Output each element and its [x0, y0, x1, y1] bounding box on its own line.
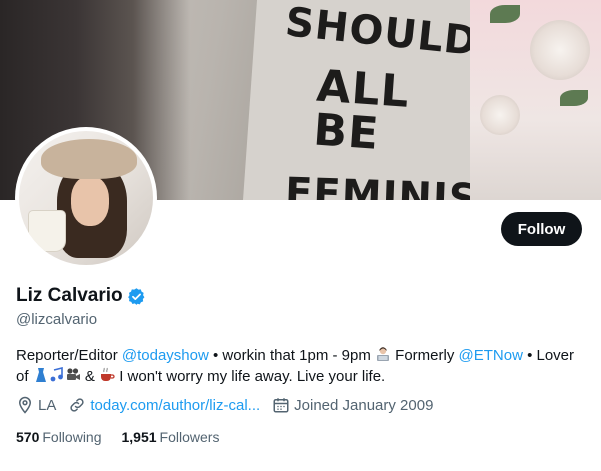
- music-notes-emoji-icon: [50, 367, 63, 382]
- following-link[interactable]: 570 Following: [16, 429, 102, 445]
- flower-icon: [530, 20, 590, 80]
- leaf-icon: [560, 90, 588, 106]
- followers-link[interactable]: 1,951 Followers: [122, 429, 220, 445]
- leaf-icon: [490, 5, 520, 23]
- location-text: LA: [38, 396, 57, 414]
- bio-text: Formerly: [391, 347, 459, 364]
- woman-technologist-emoji-icon: [377, 347, 389, 361]
- display-name: Liz Calvario: [16, 285, 123, 306]
- bio-text: &: [80, 368, 100, 385]
- mention-todayshow-link[interactable]: @todayshow: [122, 347, 209, 364]
- followers-label: Followers: [159, 429, 220, 445]
- profile-meta: LA today.com/author/liz-cal... Joined Ja…: [16, 396, 445, 414]
- banner-text-line-1: SHOULD: [283, 0, 481, 66]
- profile-name-row: Liz Calvario: [16, 285, 146, 307]
- bio-text: • workin that 1pm - 9pm: [208, 347, 375, 364]
- bio-text: I won't worry my life away. Live your li…: [115, 368, 386, 385]
- location-item: LA: [16, 396, 56, 414]
- joined-text: Joined January 2009: [294, 396, 434, 414]
- location-pin-icon: [18, 396, 32, 414]
- banner-flowers-graphic: [470, 0, 601, 200]
- following-label: Following: [42, 429, 102, 445]
- banner-text-line-2: ALL BE: [311, 60, 412, 160]
- mention-etnow-link[interactable]: @ETNow: [459, 347, 523, 364]
- avatar-hat: [41, 139, 137, 179]
- profile-bio: Reporter/Editor @todayshow • workin that…: [16, 345, 586, 387]
- bio-text: Reporter/Editor: [16, 347, 122, 364]
- banner-shirt-text: SHOULD ALL BE FEMINISTS: [283, 0, 538, 200]
- website-link[interactable]: today.com/author/liz-cal...: [90, 397, 260, 414]
- profile-stats: 570 Following 1,951 Followers: [16, 429, 239, 445]
- followers-count: 1,951: [121, 429, 157, 445]
- flower-icon: [480, 95, 520, 135]
- website-item[interactable]: today.com/author/liz-cal...: [68, 396, 260, 414]
- dress-emoji-icon: [35, 368, 46, 382]
- banner-text-line-3: FEMINISTS: [284, 169, 538, 200]
- avatar-mug: [29, 211, 65, 251]
- link-icon: [70, 398, 84, 412]
- following-count: 570: [16, 429, 40, 445]
- verified-badge-icon[interactable]: [127, 287, 146, 306]
- follow-button[interactable]: Follow: [501, 212, 582, 246]
- hot-beverage-emoji-icon: [101, 367, 115, 381]
- movie-camera-emoji-icon: [66, 368, 80, 380]
- avatar[interactable]: [15, 127, 157, 269]
- avatar-face: [71, 176, 109, 226]
- avatar-photo: [19, 131, 153, 265]
- calendar-icon: [273, 398, 289, 413]
- profile-handle: @lizcalvario: [16, 311, 98, 328]
- joined-item: Joined January 2009: [272, 396, 433, 414]
